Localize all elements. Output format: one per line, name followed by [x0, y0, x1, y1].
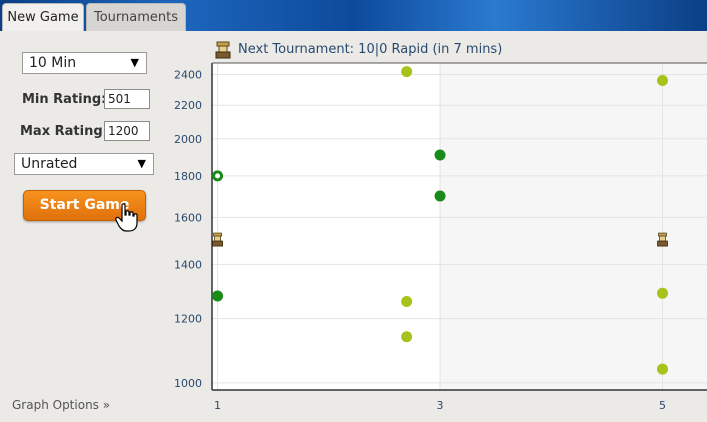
data-point	[401, 295, 413, 307]
data-point	[401, 331, 413, 343]
data-point	[401, 66, 413, 78]
y-tick-label: 1200	[174, 313, 202, 326]
x-tick-label: 3	[437, 399, 444, 412]
data-point	[434, 190, 446, 202]
rating-scatter-chart: 2400 2200 2000 1800 1600 1400 1200 1000 1 3 5	[174, 62, 707, 412]
y-tick-label: 1600	[174, 211, 202, 224]
y-tick-label: 1800	[174, 170, 202, 183]
y-tick-label: 2400	[174, 69, 202, 82]
data-point	[657, 363, 669, 375]
y-tick-label: 2000	[174, 133, 202, 146]
x-tick-label: 1	[214, 399, 221, 412]
data-point	[434, 149, 446, 161]
data-point	[212, 170, 224, 182]
y-tick-label: 1400	[174, 258, 202, 271]
plot-shaded-region	[440, 63, 707, 390]
data-point	[212, 290, 224, 302]
y-tick-label: 1000	[174, 377, 202, 390]
data-point	[657, 287, 669, 299]
data-point	[657, 74, 669, 86]
x-tick-label: 5	[659, 399, 666, 412]
y-tick-label: 2200	[174, 99, 202, 112]
